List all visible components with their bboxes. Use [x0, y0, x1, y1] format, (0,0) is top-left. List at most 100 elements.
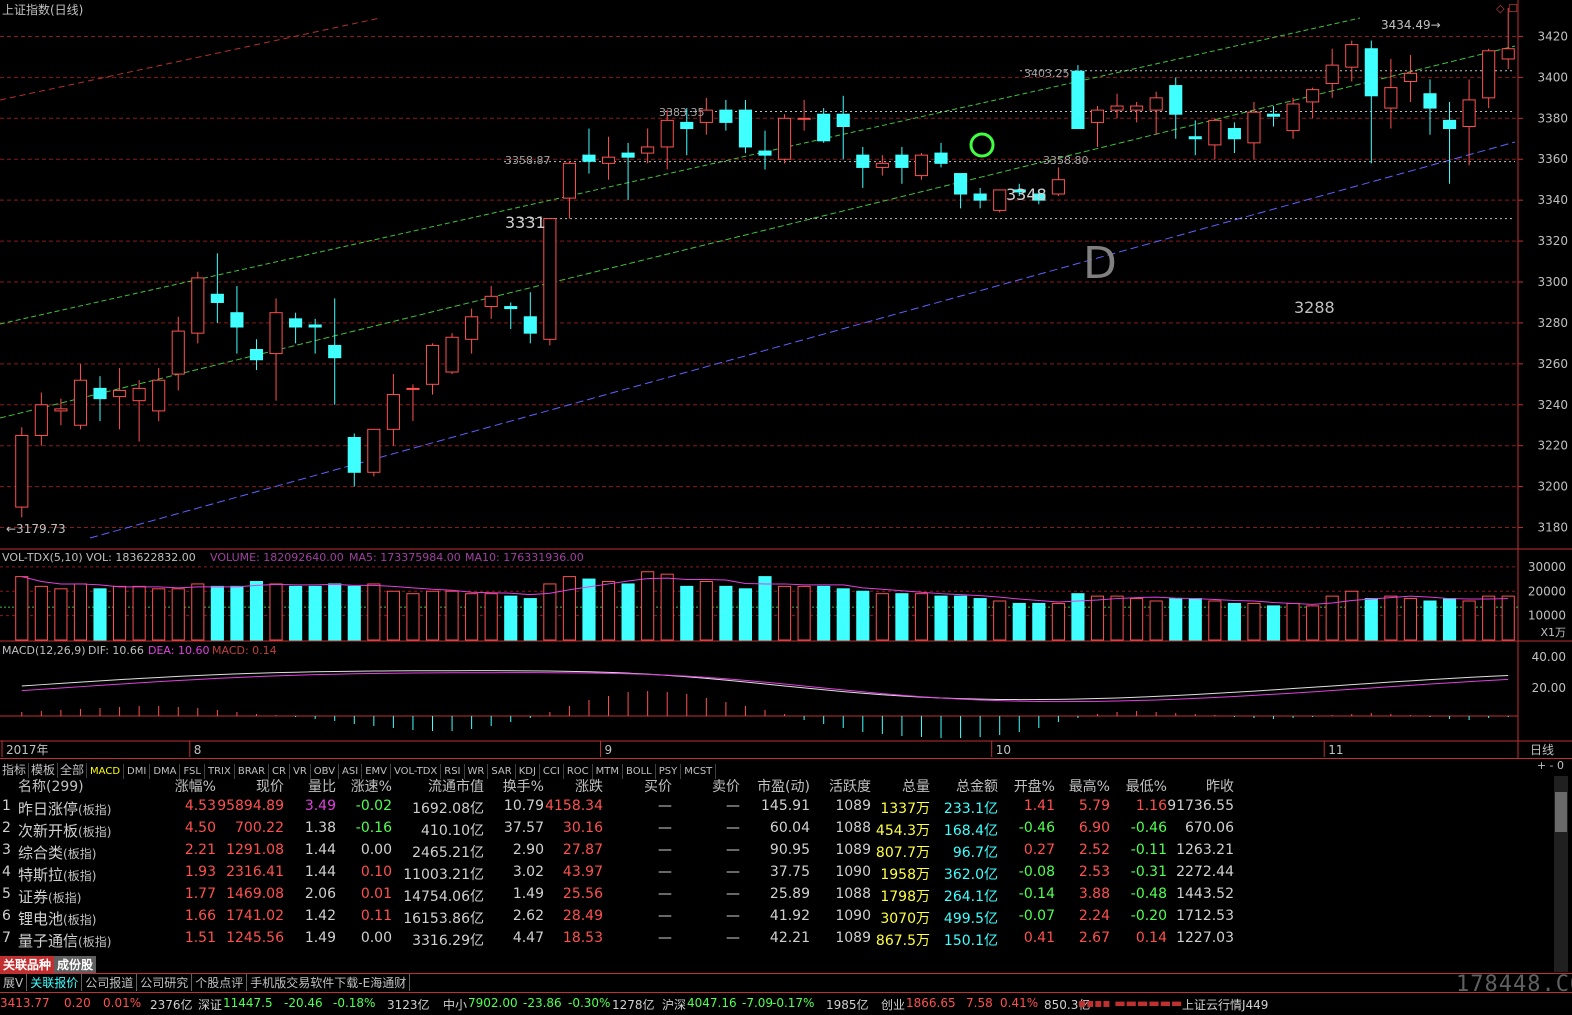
status-status_bar-sz-val: 11447.5	[223, 996, 273, 1010]
bottom-tab-1[interactable]: 成份股	[54, 956, 97, 973]
cell-chg: 1.93	[184, 864, 216, 880]
volume-bar	[289, 585, 303, 641]
cell-prev: 670.06	[1185, 820, 1234, 836]
scrollbar-thumb[interactable]	[1555, 792, 1567, 832]
table-row[interactable]: 7 量子通信(板指) 1.51 1245.56 1.49 0.00 3316.29亿 4.47…	[0, 930, 1560, 952]
status-status_bar-hs-label: 沪深	[662, 998, 687, 1012]
zoom-controls[interactable]: + - 0	[1537, 759, 1564, 772]
info-tab-2[interactable]: 公司报道	[82, 974, 138, 991]
row-index: 6	[2, 908, 11, 924]
column-header[interactable]: 现价	[256, 776, 284, 796]
cell-turn: 2.62	[512, 908, 544, 924]
column-header[interactable]: 买价	[644, 776, 672, 796]
cell-amt: 96.7亿	[952, 845, 998, 861]
candle-body	[1227, 128, 1241, 140]
cell-amt: 499.5亿	[943, 911, 998, 927]
cell-spd: 0.10	[360, 864, 392, 880]
cell-ask: —	[726, 930, 740, 946]
level-label-3348: 3348	[1006, 185, 1047, 204]
table-row[interactable]: 5 证券(板指) 1.77 1469.08 2.06 0.01 14754.06亿 1.49 2…	[0, 886, 1560, 908]
row-index: 5	[2, 886, 11, 902]
candle-body	[895, 154, 909, 168]
cell-chg: 1.77	[184, 886, 216, 902]
wave-label-d: D	[1083, 238, 1117, 289]
name-cell: 昨日涨停(板指)	[18, 798, 111, 819]
volume-bar	[1188, 598, 1202, 641]
window-controls[interactable]: ◇ ☐	[1496, 2, 1518, 15]
table-row[interactable]: 2 次新开板(板指) 4.50 700.22 1.38 -0.16 410.10亿 37.57…	[0, 820, 1560, 842]
column-header[interactable]: 流通市值	[428, 776, 484, 796]
status-status_bar-zx-pct: -0.30%	[568, 996, 611, 1010]
candle-body	[914, 154, 929, 177]
column-header[interactable]: 活跃度	[829, 776, 871, 796]
column-header[interactable]: 换手%	[503, 776, 544, 796]
column-header[interactable]: 市盈(动)	[757, 776, 810, 796]
table-row[interactable]: 3 综合类(板指) 2.21 1291.08 1.44 0.00 2465.21亿 2.90 2…	[0, 842, 1560, 864]
x-axis-label: 9	[605, 743, 613, 757]
candle-body	[386, 394, 400, 430]
cell-delta: 30.16	[562, 820, 603, 836]
cell-high: 2.67	[1078, 930, 1110, 946]
trend-line	[0, 17, 381, 101]
candle-body	[15, 434, 29, 508]
volume-bar	[817, 585, 831, 641]
volume-bar	[1286, 602, 1300, 641]
info-tab-0[interactable]: 展V	[0, 974, 28, 991]
cell-prev: 1227.03	[1176, 930, 1234, 946]
bottom-tab-0[interactable]: 关联品种	[0, 956, 55, 973]
column-header[interactable]: 卖价	[712, 776, 740, 796]
column-header[interactable]: 量比	[308, 776, 336, 796]
column-header[interactable]: 最高%	[1069, 776, 1110, 796]
cell-prev: 2272.44	[1176, 864, 1234, 880]
info-tab-5[interactable]: 手机版交易软件下载-E海通财	[247, 974, 411, 991]
candle-body	[1071, 70, 1085, 130]
status-status_bar-sh-amt: 2376亿	[150, 998, 193, 1012]
y-tick-label: 3300	[1537, 275, 1568, 289]
candle-body	[289, 318, 303, 328]
info-tab-1[interactable]: 关联报价	[27, 974, 83, 991]
market-status-bar: 3413.77 0.20 0.01% 2376亿 深证 11447.5 -20.46 -0.1…	[0, 992, 1572, 1015]
candle-body	[836, 113, 850, 127]
column-header[interactable]: 涨速%	[351, 776, 392, 796]
vol-legend-ma10: MA10: 176331936.00	[465, 551, 584, 564]
volume-bar	[836, 588, 850, 641]
cell-price: 700.22	[235, 820, 284, 836]
column-header[interactable]: 名称(299)	[18, 776, 84, 796]
level-label-3383-35: 3383.35	[659, 106, 705, 119]
volume-bar	[1169, 598, 1183, 641]
y-tick-label: 3200	[1537, 480, 1568, 494]
name-cell: 量子通信(板指)	[18, 930, 111, 951]
status-status_bar-zx-chg: -23.86	[523, 996, 562, 1010]
candle-body	[93, 387, 107, 400]
cell-chg: 4.53	[184, 798, 216, 814]
cell-ask: —	[726, 820, 740, 836]
column-header[interactable]: 总金额	[956, 776, 998, 796]
info-tab-3[interactable]: 公司研究	[137, 974, 193, 991]
column-header[interactable]: 开盘%	[1014, 776, 1055, 796]
table-row[interactable]: 4 特斯拉(板指) 1.93 2316.41 1.44 0.10 11003.21亿 3.02…	[0, 864, 1560, 886]
table-header: 名称(299) 涨幅% 现价 量比 涨速% 流通市值 换手% 涨跌 买价 卖价 市盈(动) 活跃度 总量…	[0, 776, 1560, 798]
sector-tag: (板指)	[63, 847, 97, 861]
y-tick-label: 3360	[1537, 152, 1568, 166]
volume-bar	[367, 583, 381, 641]
table-row[interactable]: 6 锂电池(板指) 1.66 1741.02 1.42 0.11 16153.86亿 2.62…	[0, 908, 1560, 930]
column-header[interactable]: 涨跌	[575, 776, 603, 796]
volume-bar	[1345, 590, 1359, 641]
candle-body	[875, 162, 889, 168]
table-row[interactable]: 1 昨日涨停(板指) 4.53 95894.89 3.49 -0.02 1692.08亿 10…	[0, 798, 1560, 820]
vol-legend-volume: VOLUME: 182092640.00	[210, 551, 344, 564]
cell-pe: 60.04	[769, 820, 810, 836]
volume-bar	[132, 585, 146, 641]
column-header[interactable]: 涨幅%	[175, 776, 216, 796]
candle-body	[1208, 119, 1222, 146]
column-header[interactable]: 昨收	[1206, 776, 1234, 796]
column-header[interactable]: 总量	[902, 776, 930, 796]
candle-body	[1501, 48, 1515, 60]
status-status_bar-zx-label: 中小	[443, 998, 468, 1012]
volume-bar	[699, 581, 713, 641]
kline-chart[interactable]: 3180 3200 3220 3240 3260 3280 3300 3320 3340 3360…	[0, 0, 1572, 760]
status-status_bar-sz-amt: 3123亿	[387, 998, 430, 1012]
info-tab-4[interactable]: 个股点评	[192, 974, 248, 991]
status-status_bar-cy-pct: 0.41%	[1000, 996, 1039, 1010]
column-header[interactable]: 最低%	[1126, 776, 1167, 796]
